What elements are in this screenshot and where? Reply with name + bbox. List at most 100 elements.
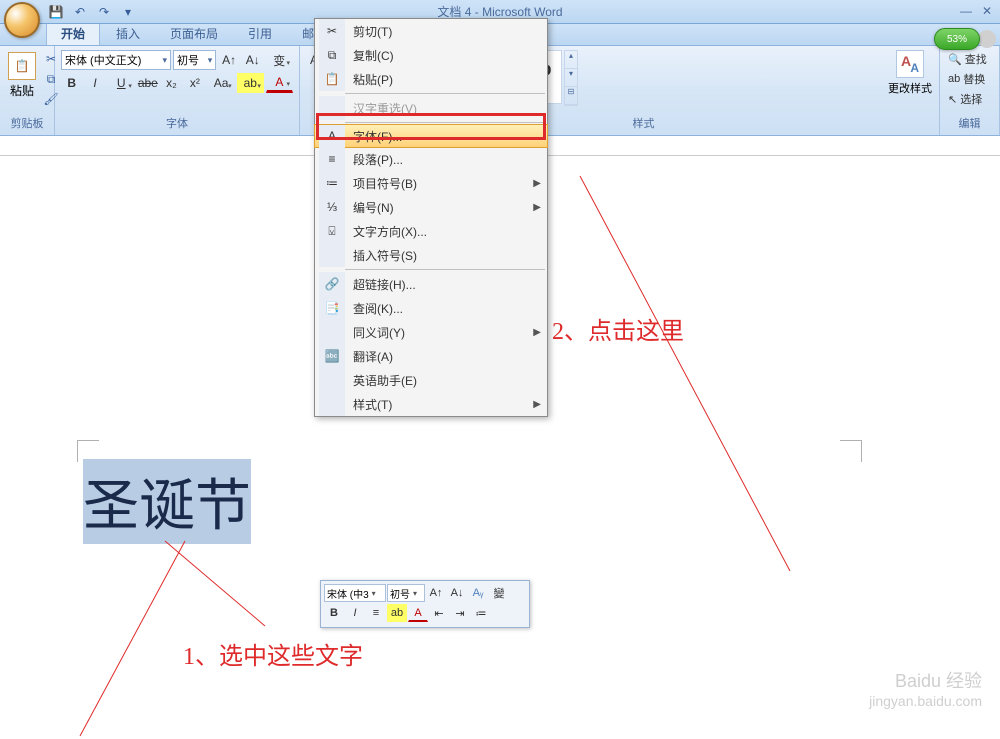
- menu-item-icon: 🔗: [319, 272, 345, 296]
- menu-item[interactable]: 🔗 超链接(H)...: [315, 272, 547, 296]
- submenu-arrow-icon: ▶: [533, 202, 541, 213]
- minimize-icon[interactable]: —: [960, 4, 972, 18]
- selected-text[interactable]: 圣诞节: [83, 459, 251, 544]
- menu-item[interactable]: 📋粘贴(P): [315, 67, 547, 91]
- menu-item-label: 超链接(H)...: [353, 276, 416, 293]
- style-gallery-expand[interactable]: ▴▾⊟: [564, 50, 578, 106]
- window-controls: — ✕: [960, 4, 992, 18]
- group-label-editing: 编辑: [946, 113, 993, 133]
- mini-indent-dec-icon[interactable]: ⇤: [429, 604, 449, 622]
- menu-item[interactable]: ≡ 段落(P)...: [315, 147, 547, 171]
- superscript-icon[interactable]: x²: [184, 73, 205, 93]
- watermark: Baidu 经验 jingyan.baidu.com: [869, 667, 982, 709]
- mini-shrink-icon[interactable]: A↓: [447, 584, 467, 602]
- save-icon[interactable]: 💾: [46, 3, 66, 21]
- mini-highlight-icon[interactable]: ab: [387, 604, 407, 622]
- menu-separator: [345, 93, 545, 94]
- tab-layout[interactable]: 页面布局: [156, 22, 232, 45]
- replace-button[interactable]: ab替换: [946, 70, 993, 88]
- qat-more-icon[interactable]: ▾: [118, 3, 138, 21]
- menu-item[interactable]: ⅓编号(N)▶: [315, 195, 547, 219]
- font-color-icon[interactable]: A: [266, 73, 293, 93]
- tab-insert[interactable]: 插入: [102, 22, 154, 45]
- cloud-icon: [978, 30, 996, 48]
- menu-item-label: 汉字重选(V): [353, 100, 417, 117]
- replace-icon: ab: [948, 73, 960, 85]
- office-button[interactable]: [4, 2, 40, 38]
- shrink-font-icon[interactable]: A↓: [242, 50, 264, 70]
- zoom-badge[interactable]: 53%: [934, 28, 980, 50]
- paste-button[interactable]: 📋 粘贴: [6, 50, 38, 101]
- menu-item-icon: ≡: [319, 147, 345, 171]
- mini-italic-icon[interactable]: I: [345, 604, 365, 622]
- menu-item[interactable]: 🔤 翻译(A): [315, 344, 547, 368]
- mini-styles-icon[interactable]: Aᵧ: [468, 584, 488, 602]
- mini-font-combo[interactable]: 宋体 (中3▾: [324, 584, 386, 602]
- underline-icon[interactable]: U: [108, 73, 135, 93]
- undo-icon[interactable]: ↶: [70, 3, 90, 21]
- menu-item-label: 样式(T): [353, 396, 392, 413]
- mini-fontcolor-icon[interactable]: A: [408, 604, 428, 622]
- bold-icon[interactable]: B: [61, 73, 82, 93]
- menu-item-label: 段落(P)...: [353, 151, 403, 168]
- group-label-font: 字体: [61, 113, 293, 133]
- select-icon: ↖: [948, 93, 957, 106]
- highlight-icon[interactable]: ab: [237, 73, 264, 93]
- menu-item[interactable]: ≔项目符号(B)▶: [315, 171, 547, 195]
- menu-item-label: 同义词(Y): [353, 324, 405, 341]
- tab-home[interactable]: 开始: [46, 21, 100, 45]
- group-font: 宋体 (中文正文)▾ 初号▾ A↑ A↓ 变 B I U abe x₂ x² A…: [55, 46, 300, 135]
- strike-icon[interactable]: abe: [137, 73, 159, 93]
- menu-item[interactable]: ✂剪切(T): [315, 19, 547, 43]
- menu-item-label: 翻译(A): [353, 348, 393, 365]
- menu-item[interactable]: 样式(T)▶: [315, 392, 547, 416]
- menu-item[interactable]: ⧉复制(C): [315, 43, 547, 67]
- menu-item-icon: [319, 96, 345, 120]
- quick-access-toolbar: 💾 ↶ ↷ ▾: [46, 3, 138, 21]
- change-styles-icon: [896, 50, 924, 78]
- menu-item[interactable]: 同义词(Y)▶: [315, 320, 547, 344]
- mini-bold-icon[interactable]: B: [324, 604, 344, 622]
- annotation-1: 1、选中这些文字: [183, 636, 363, 671]
- menu-item-icon: 🔤: [319, 344, 345, 368]
- menu-item[interactable]: 📑查阅(K)...: [315, 296, 547, 320]
- italic-icon[interactable]: I: [84, 73, 105, 93]
- select-button[interactable]: ↖选择: [946, 90, 993, 108]
- menu-item[interactable]: A字体(F)...: [314, 124, 548, 148]
- menu-item[interactable]: 插入符号(S): [315, 243, 547, 267]
- mini-center-icon[interactable]: ≡: [366, 604, 386, 622]
- menu-item-icon: [319, 392, 345, 416]
- subscript-icon[interactable]: x₂: [161, 73, 182, 93]
- font-size-combo[interactable]: 初号▾: [173, 50, 216, 70]
- menu-item-icon: 📑: [319, 296, 345, 320]
- close-icon[interactable]: ✕: [982, 4, 992, 18]
- menu-separator: [345, 269, 545, 270]
- mini-phonetic-icon[interactable]: 變: [489, 584, 509, 602]
- group-label-clipboard: 剪贴板: [6, 113, 48, 133]
- group-clipboard: 📋 粘贴 ✂ ⧉ 🖌 剪贴板: [0, 46, 55, 135]
- grow-font-icon[interactable]: A↑: [218, 50, 240, 70]
- menu-item-label: 编号(N): [353, 199, 394, 216]
- mini-grow-icon[interactable]: A↑: [426, 584, 446, 602]
- menu-item[interactable]: ⍌文字方向(X)...: [315, 219, 547, 243]
- menu-item-icon: [319, 368, 345, 392]
- menu-item-icon: ≔: [319, 171, 345, 195]
- redo-icon[interactable]: ↷: [94, 3, 114, 21]
- change-styles-button[interactable]: 更改样式: [887, 50, 933, 96]
- find-icon: 🔍: [948, 53, 962, 66]
- menu-item-icon: [319, 320, 345, 344]
- mini-indent-inc-icon[interactable]: ⇥: [450, 604, 470, 622]
- change-case-icon[interactable]: 变: [266, 50, 294, 70]
- text-effects-icon[interactable]: Aa: [208, 73, 235, 93]
- paste-label: 粘贴: [10, 82, 34, 99]
- menu-item-label: 项目符号(B): [353, 175, 417, 192]
- font-name-combo[interactable]: 宋体 (中文正文)▾: [61, 50, 171, 70]
- menu-item-icon: 📋: [319, 67, 345, 91]
- mini-bullets-icon[interactable]: ≔: [471, 604, 491, 622]
- menu-item: 汉字重选(V): [315, 96, 547, 120]
- menu-item[interactable]: 英语助手(E): [315, 368, 547, 392]
- tab-references[interactable]: 引用: [234, 22, 286, 45]
- find-button[interactable]: 🔍查找: [946, 50, 993, 68]
- menu-separator: [345, 122, 545, 123]
- mini-size-combo[interactable]: 初号▾: [387, 584, 425, 602]
